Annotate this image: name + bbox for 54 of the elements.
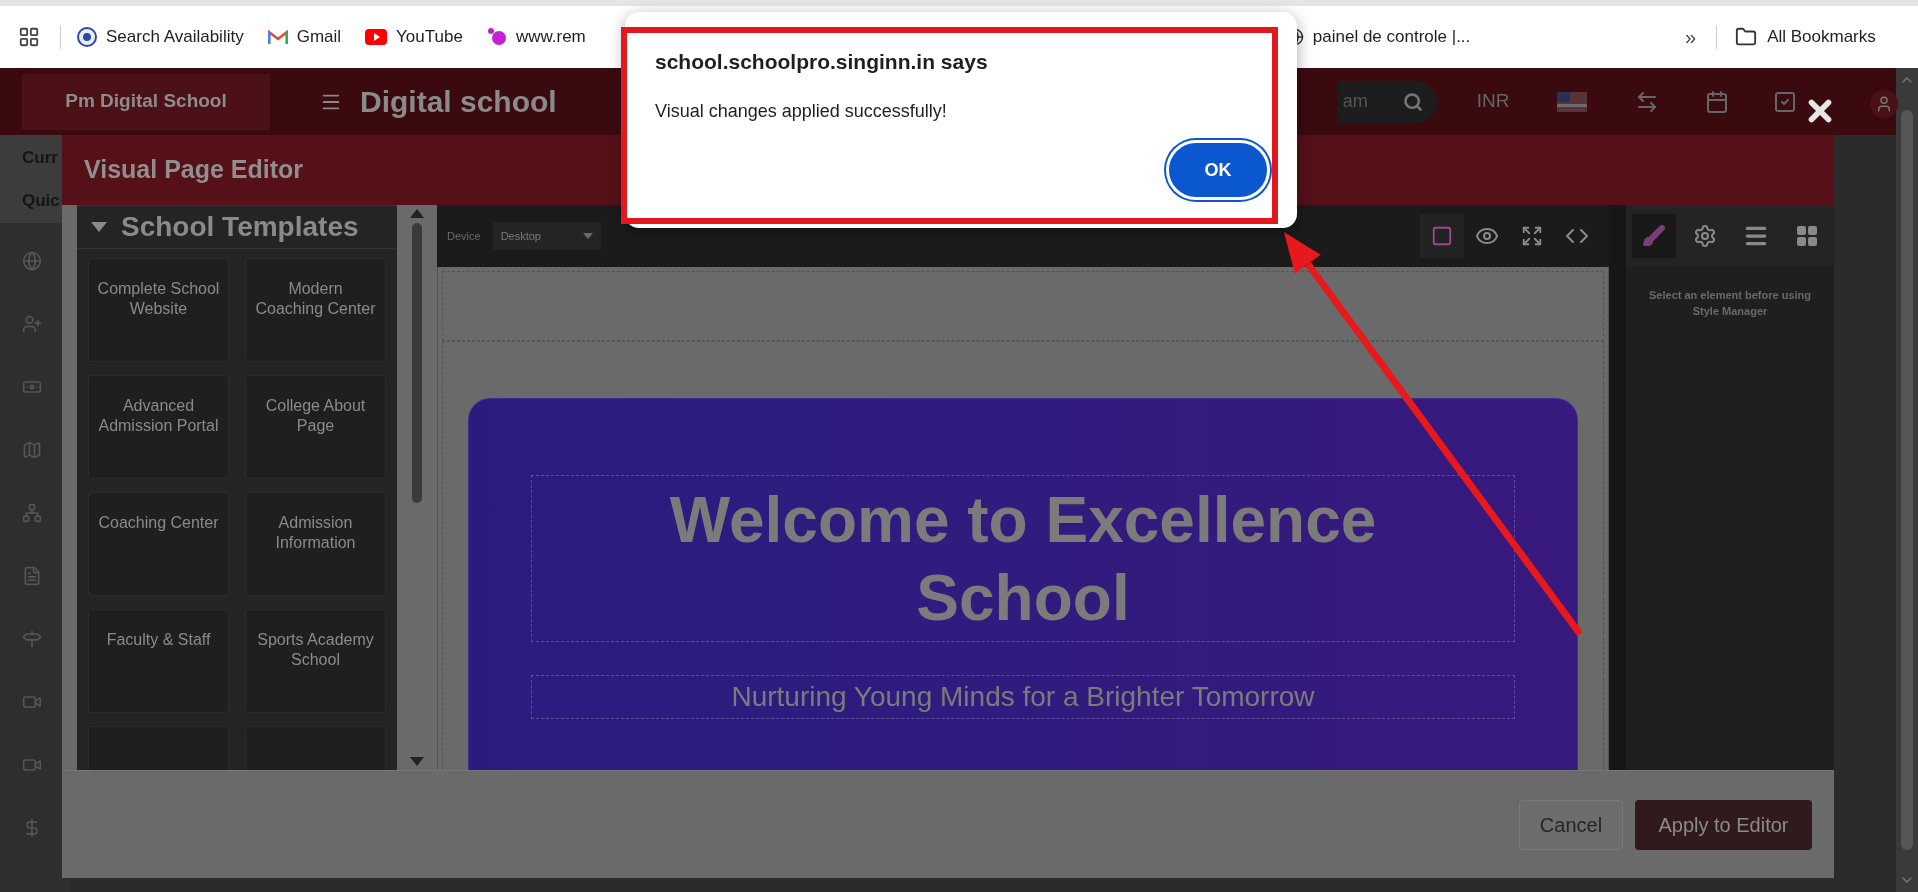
alert-title: school.schoolpro.singinn.in says <box>655 49 989 75</box>
template-tile[interactable]: Coaching Center <box>88 492 229 596</box>
style-hint: Select an element before using Style Manager <box>1648 288 1812 319</box>
signpost-icon[interactable] <box>22 629 42 649</box>
folder-icon <box>1735 26 1758 48</box>
brush-icon[interactable] <box>1631 214 1676 258</box>
square-icon[interactable] <box>1420 214 1464 258</box>
template-tile[interactable]: College About Page <box>245 375 386 479</box>
apps-icon[interactable] <box>18 26 40 48</box>
scrollbar[interactable] <box>1896 68 1918 892</box>
scroll-up-icon[interactable] <box>410 209 424 218</box>
user-plus-icon[interactable] <box>22 314 42 334</box>
more-bookmarks-button[interactable]: » <box>1685 22 1697 52</box>
modal-title: Visual Page Editor <box>84 154 304 186</box>
bookmark-link[interactable]: Search Availability <box>77 24 244 50</box>
caret-icon <box>582 233 593 239</box>
hero-title: Welcome to Excellence School <box>668 482 1378 636</box>
play-icon <box>365 29 388 45</box>
bookmark-link[interactable]: www.rem <box>486 24 586 50</box>
caret-down-icon <box>91 222 107 232</box>
scroll-down-icon[interactable] <box>410 757 424 766</box>
apply-button[interactable]: Apply to Editor <box>1635 799 1812 850</box>
alert-message: Visual changes applied successfully! <box>655 99 948 123</box>
template-tile[interactable]: Admission Information <box>245 492 386 596</box>
cancel-button[interactable]: Cancel <box>1519 799 1623 850</box>
device-select[interactable]: Desktop <box>492 222 601 250</box>
search-icon[interactable] <box>1402 91 1423 112</box>
globe-icon[interactable] <box>22 251 42 271</box>
template-tile[interactable]: Faculty & Staff <box>88 609 229 713</box>
seal-icon <box>77 27 97 47</box>
template-tile[interactable]: Modern Coaching Center <box>245 258 386 362</box>
template-tile[interactable]: Complete School Website <box>88 258 229 362</box>
all-bookmarks-link[interactable]: All Bookmarks <box>1735 24 1876 50</box>
checkbox-icon[interactable] <box>1773 89 1798 114</box>
ok-button[interactable]: OK <box>1166 140 1270 200</box>
document-icon[interactable] <box>22 566 42 586</box>
device-label: Device <box>447 228 481 244</box>
hierarchy-icon[interactable] <box>22 503 42 523</box>
bookmark-link[interactable]: YouTube <box>365 24 463 50</box>
category-header[interactable]: School Templates <box>77 206 397 249</box>
scrollbar-thumb[interactable] <box>412 222 422 503</box>
logo: Pm Digital School <box>22 73 270 130</box>
bookmark-link[interactable]: Gmail <box>267 24 342 50</box>
map-icon[interactable] <box>22 440 42 460</box>
template-tile[interactable]: Advanced Admission Portal <box>88 375 229 479</box>
flag-icon[interactable] <box>1557 91 1588 112</box>
dots-icon <box>486 27 507 47</box>
canvas-scrollbar[interactable] <box>1609 205 1626 770</box>
hero-subtitle: Nurturing Young Minds for a Brighter Tomorrow <box>731 680 1315 714</box>
mail-icon <box>267 29 288 45</box>
calendar-icon[interactable] <box>1705 89 1730 114</box>
site-title: Digital school <box>360 84 557 120</box>
currency-selector[interactable]: INR <box>1476 87 1510 116</box>
template-tile[interactable]: Sports Academy School <box>245 609 386 713</box>
